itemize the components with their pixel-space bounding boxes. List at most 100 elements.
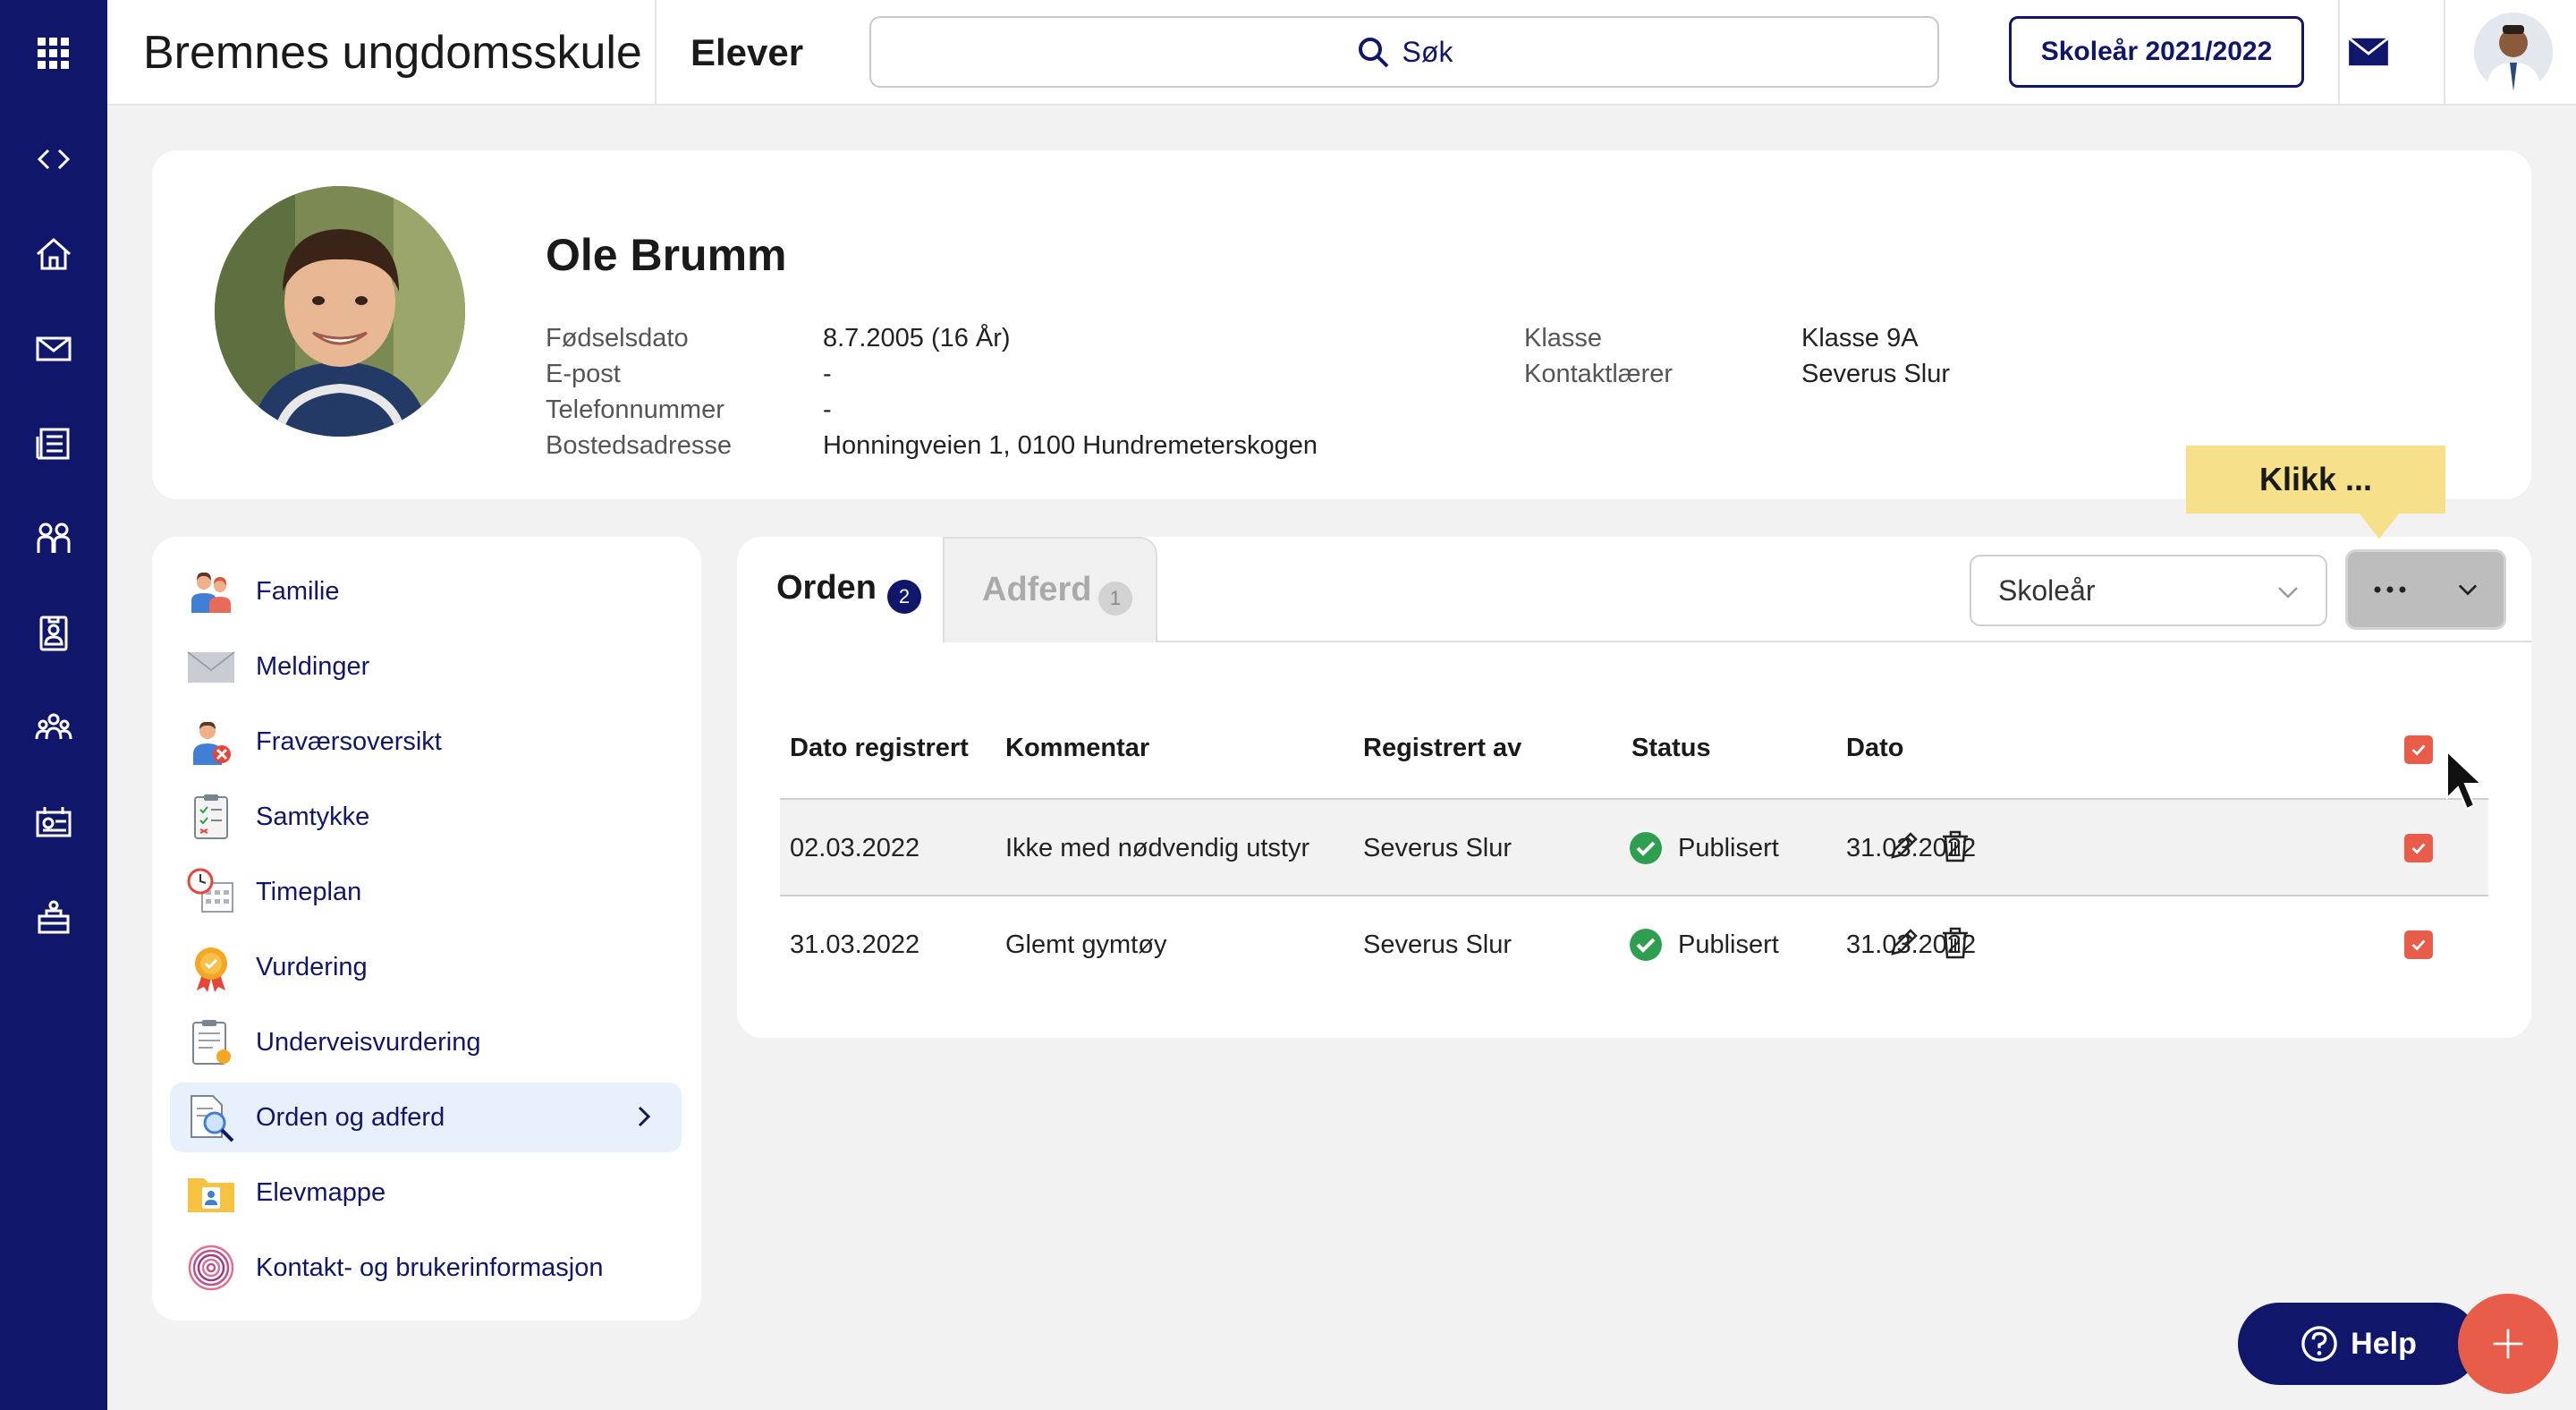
cell-status: Publisert xyxy=(1678,834,1779,862)
absence-icon xyxy=(186,717,236,767)
student-profile-card: Ole Brumm Fødselsdato 8.7.2005 (16 År) E… xyxy=(152,150,2531,499)
menu-item-label: Timeplan xyxy=(256,877,362,906)
published-check-icon xyxy=(1630,929,1662,961)
checkmark-icon xyxy=(2411,744,2426,756)
column-header-registrert-av[interactable]: Registrert av xyxy=(1363,734,1521,763)
more-dots-icon xyxy=(2374,586,2406,593)
header-divider xyxy=(2444,0,2445,106)
tab-orden[interactable]: Orden 2 xyxy=(737,537,943,642)
published-check-icon xyxy=(1630,832,1662,864)
left-rail xyxy=(0,0,107,1410)
menu-item-timeplan[interactable]: Timeplan xyxy=(170,857,682,927)
cell-comment: Ikke med nødvendig utstyr xyxy=(1005,834,1310,862)
menu-item-familie[interactable]: Familie xyxy=(170,556,682,626)
mail-icon[interactable] xyxy=(27,322,80,376)
messages-button[interactable] xyxy=(2342,25,2395,79)
email-value: - xyxy=(823,360,832,388)
menu-item-label: Orden og adferd xyxy=(256,1102,445,1132)
contact-teacher-value: Severus Slur xyxy=(1801,360,1951,388)
menu-item-label: Fraværsoversikt xyxy=(256,726,442,756)
column-header-status[interactable]: Status xyxy=(1631,734,1711,763)
tab-count-badge: 2 xyxy=(887,580,921,614)
column-header-dato[interactable]: Dato xyxy=(1846,734,1903,763)
menu-item-orden-og-adferd[interactable]: Orden og adferd xyxy=(170,1083,682,1152)
help-button[interactable]: Help xyxy=(2238,1303,2479,1385)
delete-trash-icon[interactable] xyxy=(1937,925,1973,961)
column-header-kommentar[interactable]: Kommentar xyxy=(1005,734,1149,763)
home-icon[interactable] xyxy=(27,227,80,281)
header-divider xyxy=(655,0,657,106)
edit-pencil-icon[interactable] xyxy=(1885,828,1921,864)
menu-item-label: Elevmappe xyxy=(256,1177,386,1207)
menu-item-label: Kontakt- og brukerinformasjon xyxy=(256,1253,604,1282)
folder-icon xyxy=(186,1168,236,1218)
fingerprint-icon xyxy=(186,1243,236,1293)
select-all-checkbox[interactable] xyxy=(2404,735,2433,764)
address-value: Honningveien 1, 0100 Hundremeterskogen xyxy=(823,431,1318,460)
menu-item-underveisvurdering[interactable]: Underveisvurdering xyxy=(170,1007,682,1077)
mouse-cursor-icon xyxy=(2446,750,2484,811)
id-badge-icon[interactable] xyxy=(27,607,80,660)
tab-adferd[interactable]: Adferd 1 xyxy=(943,537,1157,642)
table-row[interactable]: 02.03.2022 Ikke med nødvendig utstyr Sev… xyxy=(780,798,2488,895)
phone-value: - xyxy=(823,395,832,424)
chevron-down-icon xyxy=(2278,587,2298,599)
more-actions-button[interactable] xyxy=(2345,549,2506,630)
help-label: Help xyxy=(2351,1326,2417,1361)
document-search-icon xyxy=(186,1092,236,1142)
student-name: Ole Brumm xyxy=(546,230,787,280)
cell-comment: Glemt gymtøy xyxy=(1005,930,1167,959)
menu-item-label: Samtykke xyxy=(256,802,370,831)
menu-item-kontakt-og-brukerinformasjon[interactable]: Kontakt- og brukerinformasjon xyxy=(170,1233,682,1303)
calendar-board-icon[interactable] xyxy=(27,796,80,850)
tab-label: Adferd xyxy=(982,571,1092,608)
menu-item-meldinger[interactable]: Meldinger xyxy=(170,632,682,701)
search-label: Søk xyxy=(1402,35,1453,68)
question-circle-icon xyxy=(2301,1326,2337,1362)
email-label: E-post xyxy=(546,360,621,388)
user-avatar[interactable] xyxy=(2474,13,2553,91)
menu-item-label: Underveisvurdering xyxy=(256,1027,481,1057)
select-value: Skoleår xyxy=(1998,573,2096,607)
people-icon[interactable] xyxy=(27,512,80,565)
top-header: Bremnes ungdomsskule Elever Søk Skoleår … xyxy=(107,0,2576,106)
menu-item-samtykke[interactable]: Samtykke xyxy=(170,782,682,852)
news-icon[interactable] xyxy=(27,417,80,471)
school-year-button[interactable]: Skoleår 2021/2022 xyxy=(2009,16,2304,88)
tab-count-badge: 1 xyxy=(1098,582,1132,616)
search-bar[interactable]: Søk xyxy=(869,16,1939,88)
menu-item-fravaersoversikt[interactable]: Fraværsoversikt xyxy=(170,707,682,777)
menu-item-elevmappe[interactable]: Elevmappe xyxy=(170,1158,682,1227)
cell-date-registered: 31.03.2022 xyxy=(790,930,920,959)
apps-grid-icon[interactable] xyxy=(27,27,80,81)
envelope-icon xyxy=(2348,37,2389,66)
address-label: Bostedsadresse xyxy=(546,431,732,460)
checkmark-icon xyxy=(2411,843,2426,854)
row-checkbox[interactable] xyxy=(2404,930,2433,959)
row-checkbox[interactable] xyxy=(2404,834,2433,862)
cell-registered-by: Severus Slur xyxy=(1363,834,1513,862)
medal-icon xyxy=(186,942,236,992)
tutorial-callout: Klikk ... xyxy=(2186,446,2445,514)
delete-trash-icon[interactable] xyxy=(1937,828,1973,864)
cell-registered-by: Severus Slur xyxy=(1363,930,1513,959)
edit-pencil-icon[interactable] xyxy=(1885,925,1921,961)
school-year-select[interactable]: Skoleår xyxy=(1970,555,2327,626)
menu-item-label: Vurdering xyxy=(256,952,368,981)
callout-pointer xyxy=(2358,512,2401,539)
tab-divider xyxy=(1157,641,2531,642)
birthdate-label: Fødselsdato xyxy=(546,324,689,352)
cell-status: Publisert xyxy=(1678,930,1779,959)
consent-checklist-icon xyxy=(186,792,236,842)
chevron-down-icon xyxy=(2458,584,2478,596)
group-icon[interactable] xyxy=(27,701,80,755)
column-header-dato-registrert[interactable]: Dato registrert xyxy=(790,734,969,763)
tab-label: Orden xyxy=(776,569,877,607)
add-button[interactable] xyxy=(2458,1294,2558,1394)
menu-item-vurdering[interactable]: Vurdering xyxy=(170,932,682,1002)
table-row[interactable]: 31.03.2022 Glemt gymtøy Severus Slur Pub… xyxy=(780,895,2488,991)
header-divider xyxy=(2338,0,2340,106)
code-toggle-icon[interactable] xyxy=(27,132,80,186)
desk-icon[interactable] xyxy=(27,891,80,945)
chevron-right-icon xyxy=(638,1106,651,1127)
